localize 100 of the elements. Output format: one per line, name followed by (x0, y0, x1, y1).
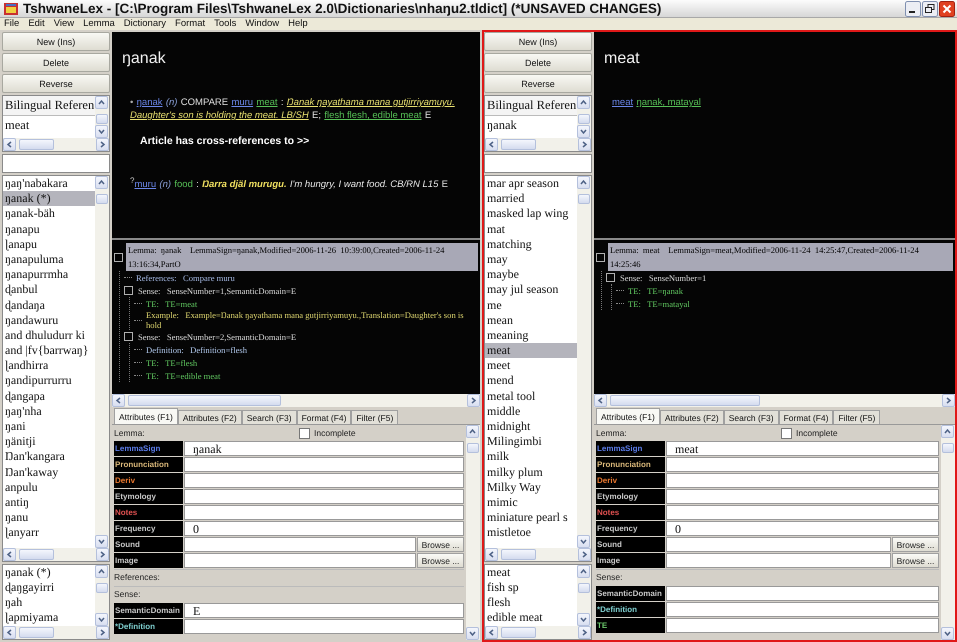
scrollbar[interactable] (95, 565, 109, 626)
chevron-left-icon[interactable] (6, 629, 13, 636)
menu-item[interactable]: File (4, 18, 20, 30)
list-item[interactable]: fish sp (485, 580, 577, 595)
scrollbar-thumb[interactable] (19, 549, 54, 560)
list-item[interactable]: Ŋan'kangara (3, 449, 95, 465)
chevron-up-icon[interactable] (98, 179, 105, 186)
chevron-right-icon[interactable] (99, 551, 106, 558)
scrollbar[interactable] (941, 425, 955, 640)
tab[interactable]: Filter (F5) (833, 410, 880, 424)
scrollbar-thumb[interactable] (501, 549, 536, 560)
tab[interactable]: Attributes (F2) (178, 410, 242, 424)
entry-link[interactable]: muru (231, 97, 254, 108)
list-item[interactable]: ɖaŋgayirri (3, 580, 95, 595)
list-item[interactable]: Ŋan'kaway (3, 464, 95, 480)
menu-item[interactable]: Help (288, 18, 308, 30)
input-field[interactable] (666, 537, 891, 552)
chevron-up-icon[interactable] (98, 99, 105, 106)
scrollbar-thumb[interactable] (19, 627, 54, 638)
chevron-down-icon[interactable] (98, 128, 105, 135)
input-field[interactable] (666, 457, 939, 472)
menu-item[interactable]: Lemma (83, 18, 115, 30)
chevron-up-icon[interactable] (580, 179, 587, 186)
input-field[interactable] (184, 489, 464, 504)
input-field[interactable] (666, 489, 939, 504)
sidebar-button[interactable]: Delete (2, 53, 110, 72)
input-field[interactable] (666, 618, 939, 633)
chevron-right-icon[interactable] (581, 629, 588, 636)
sidebar-button[interactable]: Reverse (484, 74, 592, 93)
sidebar-button[interactable]: Reverse (2, 74, 110, 93)
list-item[interactable]: Bilingual Referen (485, 96, 577, 116)
tree-node[interactable]: TE: TE=matayal (626, 298, 692, 308)
chevron-down-icon[interactable] (98, 538, 105, 545)
list-item[interactable]: ŋanapurrmha (3, 267, 95, 282)
list-item[interactable]: ɭapmiyama (3, 610, 95, 625)
entry-link[interactable]: meat (612, 97, 634, 108)
chevron-left-icon[interactable] (488, 141, 495, 148)
list-item[interactable]: mistletoe (485, 525, 577, 540)
list-item[interactable]: maybe (485, 267, 577, 282)
tree-node[interactable]: Definition: Definition=flesh (144, 344, 250, 354)
tab[interactable]: Filter (F5) (351, 410, 398, 424)
list-item[interactable]: milky plum (485, 464, 577, 480)
input-field[interactable]: 0 (666, 521, 939, 536)
scrollbar-thumb[interactable] (96, 114, 108, 124)
scrollbar-thumb[interactable] (96, 194, 108, 204)
list-item[interactable]: meat (3, 116, 95, 135)
list-item[interactable]: anpulu (3, 480, 95, 495)
search-field[interactable] (484, 154, 592, 173)
menu-item[interactable]: View (54, 18, 74, 30)
list-item[interactable]: ŋanak (*) (3, 191, 95, 206)
chevron-left-icon[interactable] (597, 397, 604, 404)
chevron-right-icon[interactable] (470, 397, 477, 404)
tree-node[interactable]: Sense: SenseNumber=2,SemanticDomain=E (136, 332, 298, 342)
scrollbar[interactable] (95, 96, 109, 138)
chevron-down-icon[interactable] (469, 630, 476, 637)
scrollbar[interactable] (112, 394, 480, 407)
list-item[interactable]: mat (485, 222, 577, 237)
tab[interactable]: Attributes (F2) (660, 410, 724, 424)
browse-button[interactable]: Browse ... (892, 537, 939, 552)
list-item[interactable]: Milingimbi (485, 434, 577, 450)
chevron-left-icon[interactable] (6, 551, 13, 558)
list-item[interactable]: ŋanapuluma (3, 252, 95, 268)
tree-node[interactable]: Sense: SenseNumber=1,SemanticDomain=E (136, 286, 298, 296)
list-item[interactable]: me (485, 298, 577, 313)
input-field[interactable]: meat (666, 441, 939, 456)
chevron-right-icon[interactable] (99, 141, 106, 148)
input-field[interactable] (666, 586, 939, 601)
list-item[interactable]: may jul season (485, 282, 577, 298)
list-item[interactable]: mar apr season (485, 176, 577, 192)
input-field[interactable] (184, 457, 464, 472)
tab[interactable]: Search (F3) (724, 410, 779, 424)
input-field[interactable] (184, 553, 416, 568)
list-item[interactable]: meat (485, 343, 577, 358)
scrollbar-thumb[interactable] (501, 139, 536, 150)
chevron-right-icon[interactable] (945, 397, 952, 404)
browse-button[interactable]: Browse ... (417, 537, 464, 552)
list-item[interactable]: ɖandaŋa (3, 298, 95, 313)
scrollbar-thumb[interactable] (467, 443, 479, 453)
input-field[interactable]: ŋanak (184, 441, 464, 456)
list-item[interactable]: ŋah (3, 595, 95, 610)
sidebar-button[interactable]: New (Ins) (2, 32, 110, 51)
checkbox[interactable] (781, 428, 792, 438)
list-item[interactable]: and |fv{barrwaŋ} (3, 343, 95, 358)
chevron-down-icon[interactable] (98, 616, 105, 623)
list-item[interactable]: Milky Way (485, 480, 577, 495)
checkbox[interactable] (299, 428, 310, 438)
tab[interactable]: Format (F4) (778, 410, 834, 424)
menu-item[interactable]: Window (245, 18, 280, 30)
toggle-icon[interactable] (124, 332, 133, 341)
close-icon[interactable] (939, 0, 955, 16)
list-item[interactable]: ŋanu (3, 510, 95, 526)
chevron-up-icon[interactable] (469, 428, 476, 435)
menu-item[interactable]: Edit (28, 18, 45, 30)
tree-node[interactable]: References: Compare muru (134, 272, 237, 282)
scrollbar[interactable] (577, 96, 591, 138)
scrollbar-thumb[interactable] (578, 583, 590, 593)
chevron-down-icon[interactable] (580, 538, 587, 545)
entry-link[interactable]: muru (134, 179, 156, 190)
input-field[interactable]: 0 (184, 521, 464, 536)
tab[interactable]: Format (F4) (296, 410, 352, 424)
